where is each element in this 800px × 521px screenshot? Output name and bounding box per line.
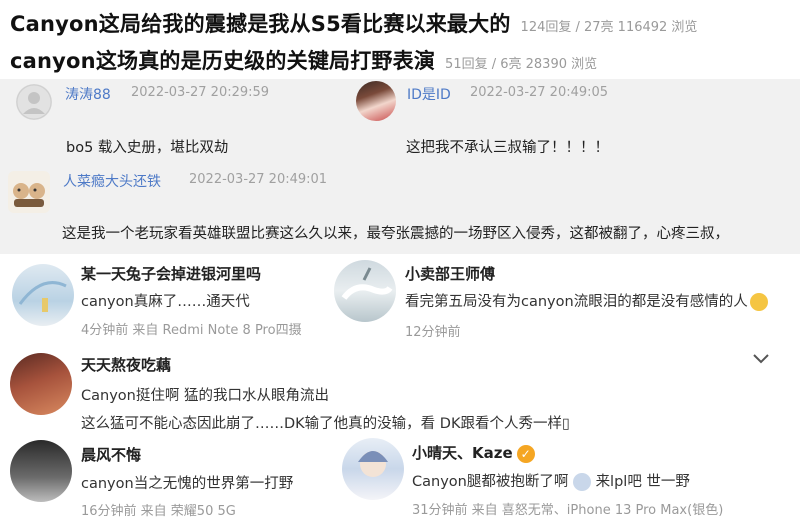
user-avatar[interactable] (12, 264, 74, 326)
thread-title[interactable]: canyon这场真的是历史级的关键局打野表演 (10, 45, 435, 75)
reply-timestamp: 2022-03-27 20:29:59 (131, 85, 270, 100)
comment-text: 看完第五局没有为canyon流眼泪的都是没有感情的人 (405, 290, 768, 311)
thread-header-2[interactable]: canyon这场真的是历史级的关键局打野表演 51回复 / 6亮 28390 浏… (10, 45, 597, 75)
thread-stats: 51回复 / 6亮 28390 浏览 (445, 57, 598, 72)
comment-meta: 16分钟前 来自 荣耀50 5G (81, 504, 236, 519)
user-avatar[interactable] (10, 353, 72, 415)
comment-item: 小卖部王师傅 看完第五局没有为canyon流眼泪的都是没有感情的人 12分钟前 (330, 254, 800, 344)
comment-text: canyon真麻了……通天代 (81, 294, 250, 310)
reply-item: 涛涛88 2022-03-27 20:29:59 bo5 载入史册，堪比双劫 (0, 79, 400, 159)
reply-timestamp: 2022-03-27 20:49:05 (470, 85, 609, 100)
comment-username[interactable]: 某一天兔子会掉进银河里吗 (81, 263, 261, 284)
reply-item: ID是ID 2022-03-27 20:49:05 这把我不承认三叔输了！！！！ (354, 79, 800, 159)
comment-meta: 31分钟前 来自 喜怒无常、iPhone 13 Pro Max(银色) (412, 503, 724, 518)
emoji-icon (572, 473, 591, 491)
reply-username[interactable]: ID是ID (407, 84, 451, 104)
user-avatar[interactable] (10, 440, 72, 502)
reply-section: 涛涛88 2022-03-27 20:29:59 bo5 载入史册，堪比双劫 I… (0, 79, 800, 254)
comment-meta: 4分钟前 来自 Redmi Note 8 Pro四摄 (81, 323, 302, 338)
comment-username[interactable]: 小晴天、Kaze ✓ (412, 442, 535, 463)
verified-badge-icon: ✓ (516, 444, 535, 463)
reply-username[interactable]: 涛涛88 (65, 84, 111, 104)
comment-item: 天天熬夜吃藕 Canyon挺住啊 猛的我口水从眼角流出 这么猛可不能心态因此崩了… (0, 344, 800, 436)
user-avatar[interactable] (356, 81, 396, 121)
user-avatar[interactable] (8, 171, 50, 213)
comment-text-line2: 这么猛可不能心态因此崩了……DK输了他真的没输，看 DK跟看个人秀一样▯ (81, 416, 570, 432)
comment-text: canyon当之无愧的世界第一打野 (81, 476, 294, 492)
reply-username[interactable]: 人菜瘾大头还铁 (63, 171, 161, 191)
comment-username[interactable]: 天天熬夜吃藕 (81, 354, 171, 375)
reply-text: 这是我一个老玩家看英雄联盟比赛这么久以来，最夸张震撼的一场野区入侵秀，这都被翻了… (62, 226, 729, 242)
comment-item: 晨风不悔 canyon当之无愧的世界第一打野 16分钟前 来自 荣耀50 5G (0, 436, 340, 521)
comment-username[interactable]: 晨风不悔 (81, 444, 141, 465)
reply-text: bo5 载入史册，堪比双劫 (66, 140, 229, 156)
user-avatar[interactable] (334, 260, 396, 322)
reply-item: 人菜瘾大头还铁 2022-03-27 20:49:01 这是我一个老玩家看英雄联… (0, 167, 800, 254)
comment-username[interactable]: 小卖部王师傅 (405, 263, 495, 284)
comment-text: Canyon腿都被抱断了啊 来lpl吧 世一野 (412, 473, 690, 491)
thread-header-1[interactable]: Canyon这局给我的震撼是我从S5看比赛以来最大的 124回复 / 27亮 1… (10, 8, 697, 38)
reply-text: 这把我不承认三叔输了！！！！ (406, 140, 609, 156)
comment-text: Canyon挺住啊 猛的我口水从眼角流出 (81, 388, 329, 404)
comment-item: 小晴天、Kaze ✓ Canyon腿都被抱断了啊 来lpl吧 世一野 31分钟前 … (336, 436, 800, 521)
default-avatar-icon[interactable] (16, 84, 52, 120)
thread-stats: 124回复 / 27亮 116492 浏览 (520, 20, 698, 35)
crying-emoji-icon (749, 293, 768, 311)
comment-item: 某一天兔子会掉进银河里吗 canyon真麻了……通天代 4分钟前 来自 Redm… (0, 254, 380, 344)
chevron-down-icon[interactable] (752, 352, 770, 366)
comment-meta: 12分钟前 (405, 325, 461, 340)
user-avatar[interactable] (342, 438, 404, 500)
thread-title[interactable]: Canyon这局给我的震撼是我从S5看比赛以来最大的 (10, 8, 511, 38)
reply-timestamp: 2022-03-27 20:49:01 (189, 172, 328, 187)
